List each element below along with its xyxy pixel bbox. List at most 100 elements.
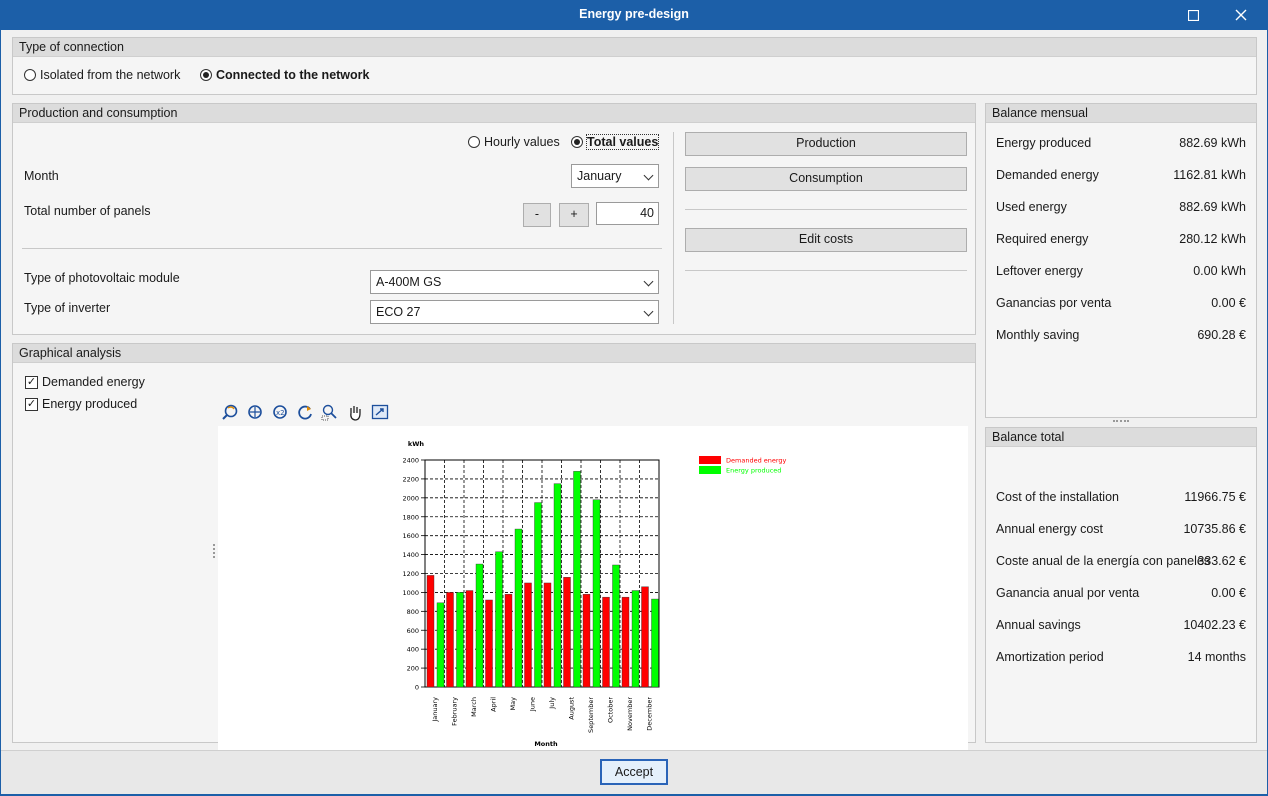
radio-connected[interactable]: Connected to the network: [200, 68, 369, 82]
check-demanded-energy[interactable]: ✓ Demanded energy: [25, 375, 145, 389]
balance-monthly-row-label: Demanded energy: [996, 168, 1099, 182]
panels-input[interactable]: 40: [596, 202, 659, 225]
y-tick-label: 2000: [402, 494, 419, 502]
y-tick-label: 400: [407, 646, 419, 654]
balance-total-row: Annual energy cost 10735.86 €: [996, 522, 1246, 538]
radio-total[interactable]: Total values: [571, 134, 660, 150]
y-tick-label: 600: [407, 627, 419, 635]
zoom-x2-icon[interactable]: x2: [271, 403, 289, 421]
balance-total-header: Balance total: [986, 428, 1256, 447]
y-tick-label: 1800: [402, 513, 419, 521]
balance-total-row-label: Cost of the installation: [996, 490, 1119, 504]
zoom-undo-icon[interactable]: [221, 403, 239, 421]
balance-monthly-row: Leftover energy 0.00 kWh: [996, 264, 1246, 280]
x-tick-label: January: [431, 697, 439, 723]
y-tick-label: 2400: [402, 457, 419, 465]
production-header: Production and consumption: [13, 104, 975, 123]
bar-demanded-energy: [465, 590, 474, 688]
production-button[interactable]: Production: [685, 132, 967, 156]
footer: Accept: [1, 750, 1267, 794]
balance-monthly-row-value: 690.28 €: [1197, 328, 1246, 342]
bar-demanded-energy: [563, 577, 571, 688]
x-tick-label: July: [548, 697, 556, 710]
balance-monthly-row-value: 1162.81 kWh: [1173, 168, 1246, 182]
bar-energy-produced: [456, 592, 464, 688]
dialog-body: Type of connection Isolated from the net…: [1, 30, 1267, 794]
x-tick-label: September: [587, 697, 595, 733]
check-demanded-energy-label: Demanded energy: [42, 375, 145, 389]
radio-hourly-label: Hourly values: [484, 135, 560, 149]
balance-total-row-value: 14 months: [1187, 650, 1246, 664]
decrease-panels-button[interactable]: -: [523, 203, 551, 227]
y-tick-label: 1400: [402, 551, 419, 559]
bar-demanded-energy: [602, 596, 610, 688]
fit-view-icon[interactable]: [371, 403, 389, 421]
chevron-down-icon: [643, 170, 654, 181]
x-tick-label: October: [606, 697, 614, 723]
bar-energy-produced: [631, 590, 640, 688]
balance-monthly-row: Required energy 280.12 kWh: [996, 232, 1246, 248]
balance-monthly-row-label: Energy produced: [996, 136, 1092, 150]
bar-demanded-energy: [446, 592, 454, 688]
divider: [685, 209, 967, 210]
connection-panel: Type of connection Isolated from the net…: [12, 37, 1257, 95]
increase-panels-button[interactable]: +: [559, 203, 589, 227]
svg-text:x2: x2: [276, 409, 285, 417]
balance-total-row-value: 333.62 €: [1197, 554, 1246, 568]
accept-button[interactable]: Accept: [600, 759, 668, 785]
balance-monthly-row-label: Ganancias por venta: [996, 296, 1112, 310]
inverter-select[interactable]: ECO 27: [370, 300, 659, 324]
bar-demanded-energy: [485, 599, 493, 688]
zoom-window-icon[interactable]: [321, 403, 339, 421]
redraw-icon[interactable]: [296, 403, 314, 421]
bar-demanded-energy: [426, 575, 435, 688]
x-tick-label: August: [567, 697, 575, 720]
check-icon[interactable]: ✓: [25, 375, 38, 389]
balance-monthly-row-label: Used energy: [996, 200, 1067, 214]
close-icon: [1235, 9, 1247, 21]
module-label: Type of photovoltaic module: [24, 271, 180, 285]
check-energy-produced[interactable]: ✓ Energy produced: [25, 397, 137, 411]
check-energy-produced-label: Energy produced: [42, 397, 138, 411]
bar-energy-produced: [475, 563, 484, 688]
divider: [685, 270, 967, 271]
radio-total-label: Total values: [585, 134, 660, 150]
maximize-button[interactable]: [1170, 0, 1216, 30]
radio-isolated[interactable]: Isolated from the network: [24, 68, 180, 82]
pan-hand-icon[interactable]: [346, 403, 364, 421]
legend-label: Demanded energy: [726, 457, 787, 465]
splitter-handle[interactable]: [213, 544, 215, 558]
inverter-label: Type of inverter: [24, 301, 111, 315]
y-tick-label: 2200: [402, 475, 419, 483]
balance-total-row-label: Amortization period: [996, 650, 1104, 664]
splitter-handle[interactable]: [1113, 420, 1129, 422]
bar-energy-produced: [514, 528, 523, 688]
y-tick-label: 1000: [402, 589, 419, 597]
zoom-extents-icon[interactable]: [246, 403, 264, 421]
radio-hourly-dot[interactable]: [468, 136, 480, 148]
edit-costs-button[interactable]: Edit costs: [685, 228, 967, 252]
radio-connected-dot[interactable]: [200, 69, 212, 81]
radio-isolated-dot[interactable]: [24, 69, 36, 81]
radio-hourly[interactable]: Hourly values: [468, 135, 560, 149]
inverter-select-value: ECO 27: [376, 305, 421, 319]
x-tick-label: June: [528, 697, 536, 712]
balance-total-row-label: Annual savings: [996, 618, 1081, 632]
balance-monthly-row: Demanded energy 1162.81 kWh: [996, 168, 1246, 184]
close-button[interactable]: [1218, 0, 1264, 30]
balance-monthly-row-label: Monthly saving: [996, 328, 1080, 342]
chevron-down-icon: [643, 276, 654, 287]
balance-total-row-label: Ganancia anual por venta: [996, 586, 1140, 600]
check-icon[interactable]: ✓: [25, 397, 38, 411]
balance-total-row: Annual savings 10402.23 €: [996, 618, 1246, 634]
balance-monthly-row-label: Leftover energy: [996, 264, 1083, 278]
module-select[interactable]: A-400M GS: [370, 270, 659, 294]
chevron-down-icon: [643, 306, 654, 317]
month-select[interactable]: January: [571, 164, 659, 188]
divider: [22, 248, 662, 249]
maximize-icon: [1187, 9, 1199, 21]
bar-energy-produced: [553, 483, 562, 688]
radio-total-dot[interactable]: [571, 136, 583, 148]
consumption-button[interactable]: Consumption: [685, 167, 967, 191]
balance-monthly-row: Energy produced 882.69 kWh: [996, 136, 1246, 152]
